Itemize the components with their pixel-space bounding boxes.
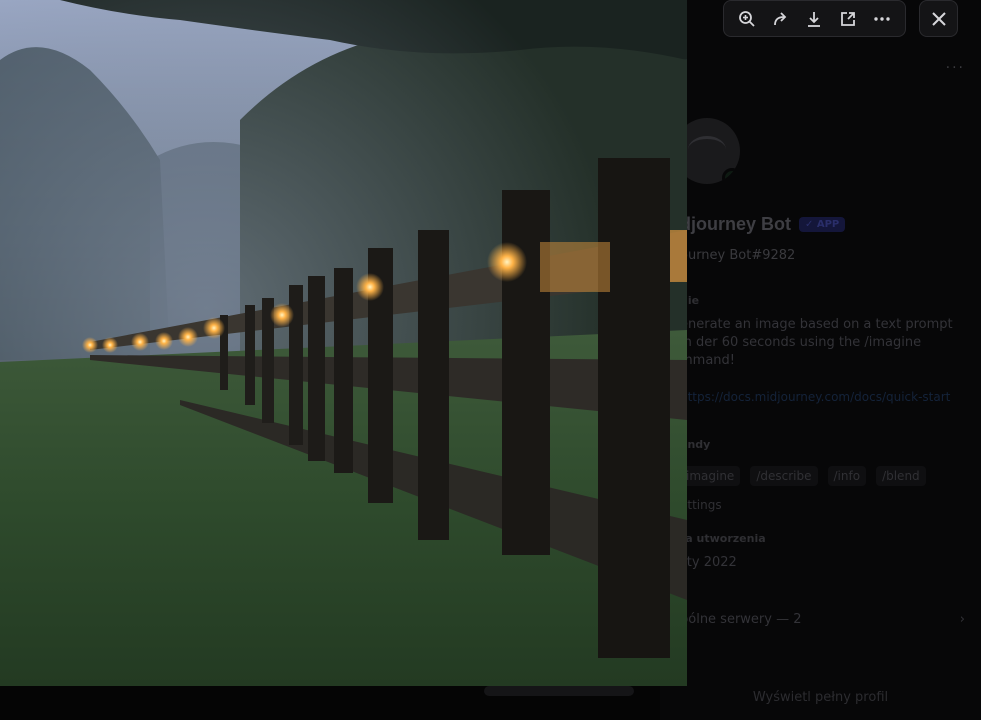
app-badge: ✓ APP (799, 217, 846, 232)
full-profile-link[interactable]: Wyświetl pełny profil (660, 690, 981, 705)
command-chip[interactable]: /blend (876, 466, 926, 486)
profile-description: enerate an image based on a text prompt … (680, 317, 953, 368)
command-list: imagine /describe /info /blend (680, 466, 926, 486)
image-toolbar (723, 0, 906, 37)
status-dot-icon (722, 168, 740, 184)
more-icon[interactable] (868, 5, 896, 33)
sailboat-logo-icon (688, 136, 726, 163)
download-icon[interactable] (800, 5, 828, 33)
close-button[interactable] (919, 0, 958, 37)
scrollbar[interactable] (484, 686, 634, 696)
open-external-icon[interactable] (834, 5, 862, 33)
profile-name-row: djourney Bot ✓ APP (680, 214, 846, 235)
bottom-strip (0, 686, 660, 720)
profile-username[interactable]: ourney Bot#9282 (680, 248, 795, 263)
profile-more-button[interactable]: ··· (946, 60, 965, 76)
command-chip[interactable]: imagine (680, 466, 741, 486)
created-date: sty 2022 (680, 555, 737, 570)
image-preview[interactable] (0, 0, 687, 686)
zoom-in-icon[interactable] (733, 5, 761, 33)
profile-panel: ··· djourney Bot ✓ APP ourney Bot#9282 n… (660, 0, 981, 720)
command-chip[interactable]: /info (827, 466, 867, 486)
mutual-servers-row[interactable]: pólne serwery — 2 › (680, 612, 965, 627)
share-icon[interactable] (767, 5, 795, 33)
docs-link[interactable]: https://docs.midjourney.com/docs/quick-s… (680, 390, 960, 404)
close-icon (931, 11, 946, 26)
chevron-right-icon: › (959, 612, 965, 627)
fence-photo (0, 0, 687, 686)
profile-name: djourney Bot (680, 214, 791, 234)
created-heading: ta utworzenia (680, 532, 766, 545)
command-chip[interactable]: /describe (750, 466, 818, 486)
mutual-servers-label: pólne serwery — 2 (680, 612, 802, 627)
